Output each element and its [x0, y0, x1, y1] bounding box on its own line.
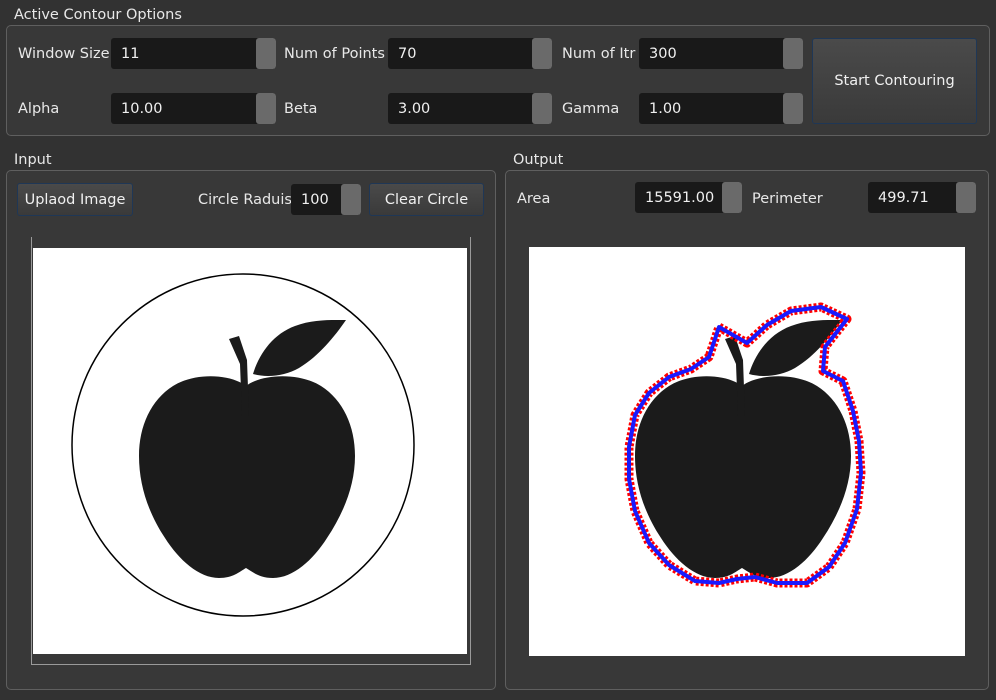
perimeter-label: Perimeter — [752, 191, 823, 207]
num-itr-label: Num of Itr — [562, 46, 636, 62]
area-spinbox[interactable] — [635, 182, 742, 213]
gamma-label: Gamma — [562, 101, 620, 117]
input-image-canvas[interactable] — [33, 248, 467, 654]
num-itr-spinbox[interactable] — [639, 38, 803, 69]
output-group-title: Output — [513, 152, 564, 168]
alpha-spin-arrows[interactable] — [256, 93, 276, 124]
input-group-title: Input — [14, 152, 52, 168]
alpha-input[interactable] — [111, 93, 256, 124]
area-label: Area — [517, 191, 551, 207]
upload-image-button[interactable]: Uplaod Image — [17, 183, 133, 216]
num-itr-spin-arrows[interactable] — [783, 38, 803, 69]
circle-radius-input[interactable] — [291, 184, 341, 215]
window-size-label: Window Size — [18, 46, 110, 62]
area-value[interactable] — [635, 182, 722, 213]
beta-input[interactable] — [388, 93, 532, 124]
circle-radius-spinbox[interactable] — [291, 184, 361, 215]
perimeter-spin-arrows[interactable] — [956, 182, 976, 213]
circle-radius-spin-arrows[interactable] — [341, 184, 361, 215]
output-apple-shape — [635, 319, 851, 578]
num-points-input[interactable] — [388, 38, 532, 69]
alpha-label: Alpha — [18, 101, 60, 117]
window-size-spin-arrows[interactable] — [256, 38, 276, 69]
beta-spinbox[interactable] — [388, 93, 552, 124]
start-contouring-button[interactable]: Start Contouring — [812, 38, 977, 124]
clear-circle-button[interactable]: Clear Circle — [369, 183, 484, 216]
num-points-spinbox[interactable] — [388, 38, 552, 69]
num-points-spin-arrows[interactable] — [532, 38, 552, 69]
input-apple-image — [71, 273, 415, 617]
num-itr-input[interactable] — [639, 38, 783, 69]
options-group-title: Active Contour Options — [14, 7, 182, 23]
alpha-spinbox[interactable] — [111, 93, 276, 124]
perimeter-spinbox[interactable] — [868, 182, 976, 213]
circle-radius-label: Circle Raduis — [198, 192, 292, 208]
num-points-label: Num of Points — [284, 46, 385, 62]
window-size-input[interactable] — [111, 38, 256, 69]
gamma-spinbox[interactable] — [639, 93, 803, 124]
apple-shape — [139, 319, 355, 578]
perimeter-value[interactable] — [868, 182, 956, 213]
output-contour-image — [624, 302, 866, 588]
area-spin-arrows[interactable] — [722, 182, 742, 213]
gamma-spin-arrows[interactable] — [783, 93, 803, 124]
gamma-input[interactable] — [639, 93, 783, 124]
beta-spin-arrows[interactable] — [532, 93, 552, 124]
window-size-spinbox[interactable] — [111, 38, 276, 69]
beta-label: Beta — [284, 101, 318, 117]
output-image-canvas — [529, 247, 965, 656]
